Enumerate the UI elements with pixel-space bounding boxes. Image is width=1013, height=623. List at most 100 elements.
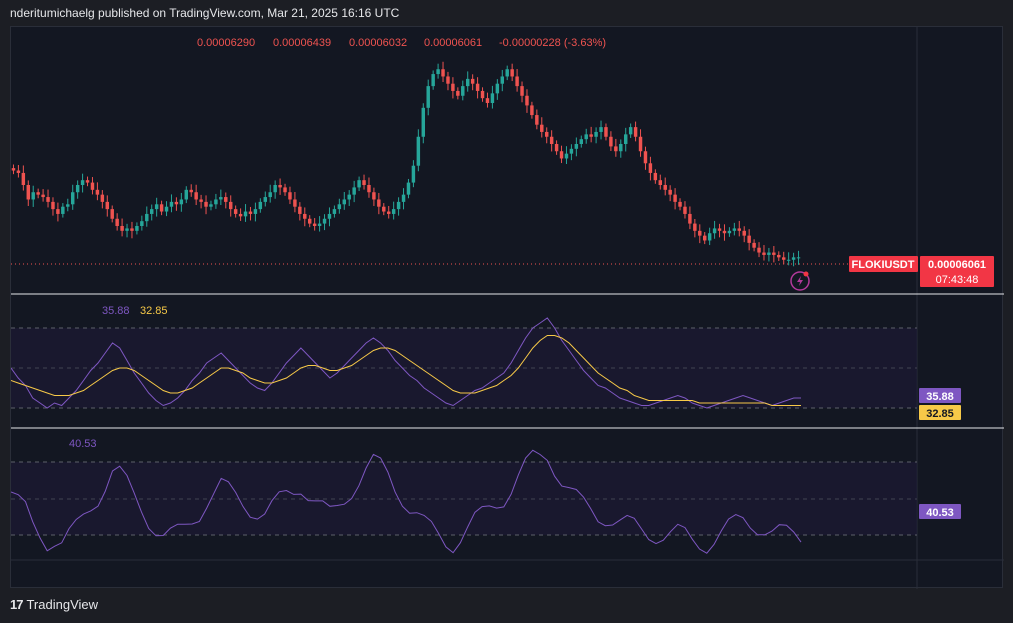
candle-body (233, 209, 238, 214)
candle-body (51, 201, 55, 210)
candle-body (673, 194, 677, 202)
candle-body (406, 182, 411, 195)
candle-body (184, 189, 189, 200)
candle-body (643, 151, 648, 164)
candle-body (401, 194, 406, 202)
candle-body (579, 139, 584, 144)
candle-body (446, 76, 450, 84)
ohlc-legend: 0.00006290 0.00006439 0.00006032 0.00006… (197, 37, 606, 49)
candle-body (658, 180, 663, 185)
candle-body (362, 180, 366, 185)
candle-body (288, 192, 292, 200)
candle-body (727, 230, 732, 234)
candle-body (100, 194, 105, 202)
candle-body (303, 213, 307, 219)
candle-body (337, 204, 342, 210)
candle-body (465, 78, 470, 87)
candle-body (16, 170, 21, 173)
candle-body (470, 78, 475, 84)
candle-body (698, 230, 702, 236)
candle-body (298, 206, 302, 214)
alert-icon[interactable] (790, 271, 810, 291)
candle-body (702, 235, 707, 241)
candle-body (145, 213, 149, 222)
candle-body (105, 201, 110, 210)
candle-body (609, 136, 613, 147)
candle-body (90, 182, 95, 190)
rsi-pane[interactable]: 35.88 32.85 35.88 32.85 (10, 305, 961, 420)
candle-body (95, 189, 100, 195)
footer: 17 TradingView (10, 597, 98, 612)
candle-body (475, 83, 480, 91)
candle-body (75, 185, 80, 193)
candle-body (599, 127, 603, 132)
tradingview-logo-icon[interactable]: 17 (10, 597, 24, 612)
candle-body (164, 206, 169, 212)
candle-body (628, 127, 633, 135)
candle-body (367, 185, 371, 193)
candle-body (199, 199, 203, 202)
candle-body (693, 223, 697, 231)
candle-body (742, 230, 746, 236)
candle-body (796, 257, 801, 259)
candle-body (174, 201, 179, 205)
osc-pane[interactable]: 40.53 40.53 (10, 438, 961, 554)
candle-body (530, 105, 534, 116)
ohlc-open: 0.00006290 (197, 37, 255, 49)
candle-body (707, 233, 712, 241)
candle-body (204, 201, 208, 207)
candle-body (169, 201, 174, 207)
candle-body (115, 218, 119, 226)
candle-body (589, 134, 593, 137)
candle-body (391, 209, 396, 214)
candle-body (278, 185, 282, 188)
rsi-axis-label: 35.88 (926, 391, 954, 403)
candle-body (678, 201, 682, 207)
candle-body (209, 204, 213, 207)
candle-body (786, 259, 791, 261)
candles[interactable] (11, 61, 801, 267)
candle-body (480, 90, 485, 99)
candle-body (36, 192, 40, 195)
candle-body (584, 134, 588, 140)
candle-body (490, 93, 495, 103)
symbol-tag: FLOKIUSDT (852, 259, 915, 271)
candle-body (238, 213, 243, 217)
candle-body (135, 226, 139, 231)
candle-body (253, 209, 258, 214)
countdown-label: 07:43:48 (936, 274, 979, 286)
candle-body (525, 95, 529, 106)
candle-body (154, 204, 159, 210)
footer-brand[interactable]: TradingView (26, 597, 98, 612)
candle-body (382, 206, 386, 212)
candle-body (228, 201, 233, 210)
candle-body (633, 127, 638, 137)
ohlc-low: 0.00006032 (349, 37, 407, 49)
candle-body (194, 192, 198, 200)
candle-body (510, 69, 514, 77)
chart-svg: 0.00006290 0.00006439 0.00006032 0.00006… (10, 27, 1004, 589)
ohlc-change: -0.00000228 (-3.63%) (499, 37, 606, 49)
candle-body (732, 228, 737, 231)
candle-body (495, 83, 500, 94)
candle-body (668, 189, 672, 195)
candle-body (777, 254, 781, 258)
candle-body (21, 172, 26, 185)
candle-body (638, 136, 643, 152)
candle-body (140, 221, 144, 226)
rsi-legend-value: 35.88 (102, 305, 130, 317)
candle-body (767, 252, 771, 255)
candle-body (520, 86, 524, 96)
candle-body (722, 230, 727, 234)
ohlc-close: 0.00006061 (424, 37, 482, 49)
candle-body (683, 206, 687, 214)
publish-info: nderitumichaelg published on TradingView… (10, 6, 400, 20)
candle-body (66, 204, 70, 207)
candle-body (125, 228, 129, 231)
candle-body (243, 211, 248, 217)
candle-body (623, 134, 628, 144)
candle-body (293, 199, 297, 207)
candle-body (130, 228, 134, 231)
candle-body (41, 194, 45, 198)
candle-body (120, 226, 124, 231)
